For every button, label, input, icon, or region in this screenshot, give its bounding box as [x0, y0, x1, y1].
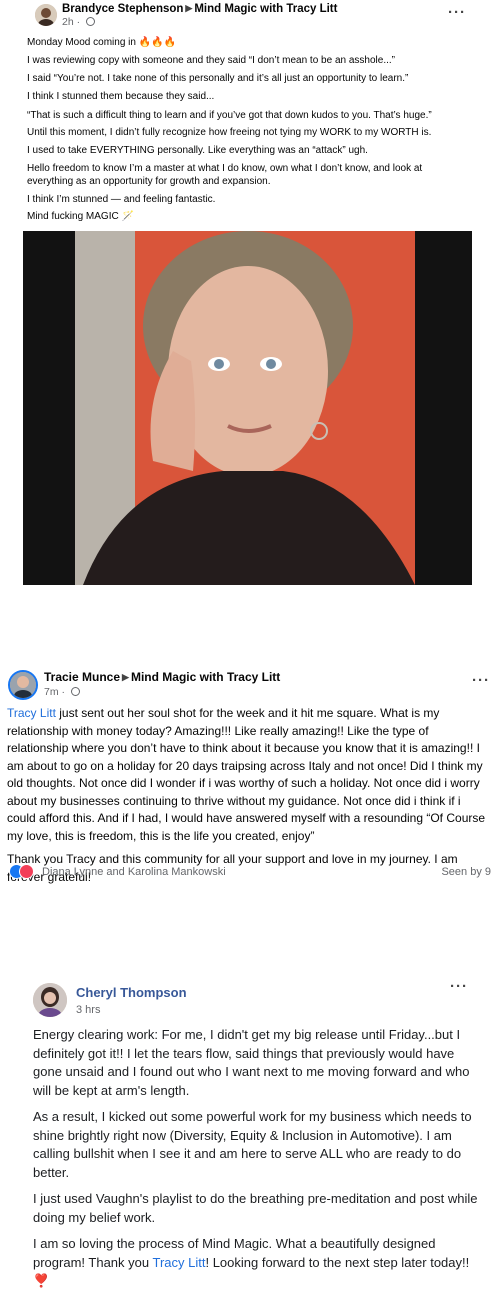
post-text-line: I used to take EVERYTHING personally. Li… [27, 145, 368, 156]
arrow-right-icon: ▶ [122, 672, 129, 682]
timestamp[interactable]: 2h [62, 16, 74, 28]
audience-icon [70, 687, 80, 696]
post-author-header: Tracie Munce ▶ Mind Magic with Tracy Litt [44, 670, 280, 684]
post-body: Tracy Litt just sent out her soul shot f… [7, 705, 492, 892]
avatar[interactable] [33, 983, 67, 1017]
more-options-button[interactable]: ··· [448, 4, 466, 21]
avatar[interactable] [8, 670, 38, 700]
author-name[interactable]: Brandyce Stephenson [62, 3, 183, 15]
love-icon [19, 864, 34, 879]
post-text-line: I said “You’re not. I take none of this … [27, 73, 409, 84]
seen-count[interactable]: Seen by 9 [441, 866, 491, 878]
more-options-button[interactable]: ··· [450, 978, 468, 995]
post-paragraph: Energy clearing work: For me, I didn't g… [33, 1027, 470, 1098]
post-text-line: “That is such a difficult thing to learn… [27, 110, 432, 121]
post-text-line: everything as an opportunity for growth … [27, 176, 271, 187]
post-paragraph: Tracy Litt just sent out her soul shot f… [7, 705, 492, 845]
audience-icon [86, 17, 96, 26]
timestamp[interactable]: 3 hrs [76, 1004, 100, 1016]
post-paragraph: I am so loving the process of Mind Magic… [33, 1235, 478, 1291]
post-text-line: Until this moment, I didn’t fully recogn… [27, 127, 432, 138]
mention-link[interactable]: Tracy Litt [7, 706, 56, 720]
author-name[interactable]: Cheryl Thompson [76, 985, 187, 1000]
timestamp[interactable]: 7m [44, 686, 59, 698]
post-text-line: I think I’m stunned — and feeling fantas… [27, 194, 216, 205]
post-paragraph: As a result, I kicked out some powerful … [33, 1109, 472, 1180]
arrow-right-icon: ▶ [185, 3, 193, 13]
more-options-button[interactable]: ··· [472, 672, 490, 689]
mention-link[interactable]: Tracy Litt [152, 1255, 205, 1270]
post-body: Energy clearing work: For me, I didn't g… [33, 1026, 478, 1299]
post-photo[interactable] [23, 231, 472, 585]
post-text: just sent out her soul shot for the week… [7, 706, 486, 843]
selfie-image [23, 231, 472, 585]
post-time: 7m · [44, 686, 80, 698]
post-text-line: I think I stunned them because they said… [27, 91, 215, 102]
avatar[interactable] [35, 4, 57, 26]
post-paragraph: I just used Vaughn's playlist to do the … [33, 1191, 478, 1225]
post-author-header: Brandyce Stephenson ▶ Mind Magic with Trac… [62, 3, 337, 15]
post-time: 2h · [62, 16, 96, 28]
post-text-line: Hello freedom to know I’m a master at wh… [27, 163, 423, 174]
post-text-line: I was reviewing copy with someone and th… [27, 55, 395, 66]
reaction-names[interactable]: Diana Lynne and Karolina Mankowski [42, 866, 226, 878]
post-text-line: Monday Mood coming in 🔥🔥🔥 [27, 37, 177, 48]
group-name[interactable]: Mind Magic with Tracy Litt [131, 670, 280, 684]
group-name[interactable]: Mind Magic with Tracy Litt [194, 3, 337, 15]
post-text-line: Mind fucking MAGIC 🪄 [27, 211, 134, 222]
author-name[interactable]: Tracie Munce [44, 670, 120, 684]
